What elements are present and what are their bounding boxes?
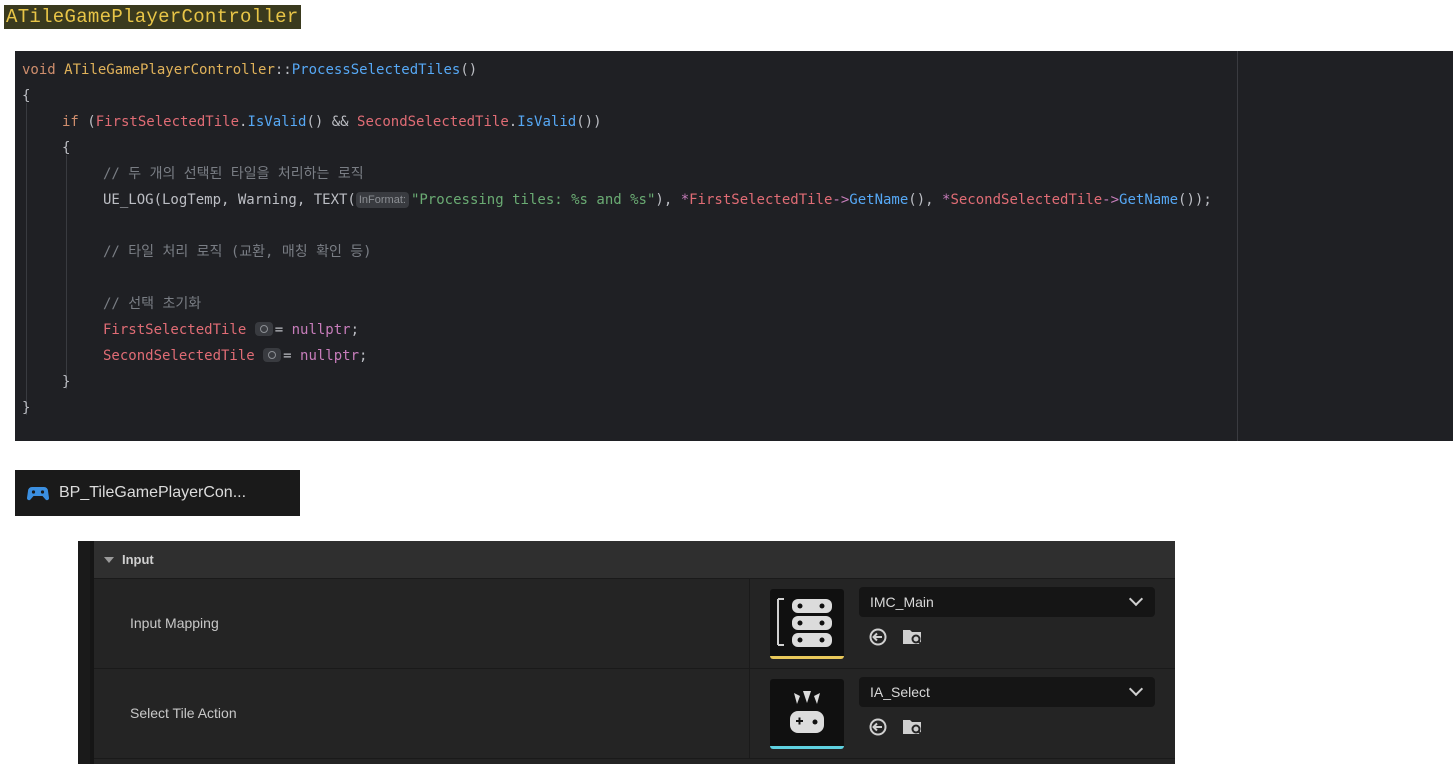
indent-guide	[26, 103, 27, 415]
property-name: Select Tile Action	[130, 705, 237, 721]
parameter-hint: InFormat:	[355, 192, 409, 208]
asset-type-stripe	[770, 656, 844, 659]
code-line-11: FirstSelectedTile = nullptr;	[103, 322, 360, 338]
panel-left-bar	[78, 541, 90, 764]
code-line-13: }	[62, 374, 71, 390]
code-line-12: SecondSelectedTile = nullptr;	[103, 348, 368, 364]
dropdown-value: IA_Select	[870, 684, 930, 700]
code-line-10: // 선택 초기화	[103, 296, 202, 312]
code-line-4: {	[62, 140, 71, 156]
blueprint-tab-label: BP_TileGamePlayerCon...	[59, 484, 247, 501]
link-hint-icon	[254, 322, 273, 336]
code-line-2: {	[22, 88, 31, 104]
code-editor[interactable]: void ATileGamePlayerController::ProcessS…	[15, 51, 1453, 441]
property-row-input-mapping: Input Mapping IMC_Main	[94, 579, 1175, 669]
code-line-3: if (FirstSelectedTile.IsValid() && Secon…	[62, 114, 602, 130]
property-row-select-tile-action: Select Tile Action IA_Select	[94, 669, 1175, 759]
section-title: Input	[122, 552, 154, 567]
section-header-input[interactable]: Input	[94, 541, 1175, 579]
chevron-down-icon	[1128, 681, 1144, 697]
right-margin-guide	[1237, 51, 1238, 441]
code-line-8: // 타일 처리 로직 (교환, 매칭 확인 등)	[103, 244, 372, 260]
dropdown-value: IMC_Main	[870, 594, 934, 610]
asset-tools	[868, 715, 924, 739]
blueprint-tab[interactable]: BP_TileGamePlayerCon...	[15, 470, 300, 516]
select-tile-action-dropdown[interactable]: IA_Select	[859, 677, 1155, 707]
column-divider	[749, 669, 750, 758]
details-panel: Input Input Mapping IMC_Main Select Tile…	[78, 541, 1175, 764]
browse-asset-icon[interactable]	[902, 627, 924, 647]
input-mapping-dropdown[interactable]: IMC_Main	[859, 587, 1155, 617]
use-selected-icon[interactable]	[868, 717, 888, 737]
input-action-icon[interactable]	[770, 679, 844, 749]
browse-asset-icon[interactable]	[902, 717, 924, 737]
column-divider	[749, 579, 750, 668]
gamepad-icon	[27, 487, 49, 501]
class-name-highlight: ATileGamePlayerController	[4, 5, 301, 29]
property-name: Input Mapping	[130, 615, 219, 631]
code-line-1: void ATileGamePlayerController::ProcessS…	[22, 62, 478, 78]
link-hint-icon	[263, 348, 282, 362]
asset-tools	[868, 625, 924, 649]
collapse-triangle-icon[interactable]	[104, 556, 114, 563]
use-selected-icon[interactable]	[868, 627, 888, 647]
chevron-down-icon	[1128, 591, 1144, 607]
code-line-5: // 두 개의 선택된 타일을 처리하는 로직	[103, 166, 364, 182]
indent-guide	[66, 155, 67, 389]
code-line-14: }	[22, 400, 31, 416]
code-line-6: UE_LOG(LogTemp, Warning, TEXT(InFormat: "…	[103, 192, 1212, 208]
input-mapping-context-icon[interactable]	[770, 589, 844, 659]
asset-type-stripe	[770, 746, 844, 749]
